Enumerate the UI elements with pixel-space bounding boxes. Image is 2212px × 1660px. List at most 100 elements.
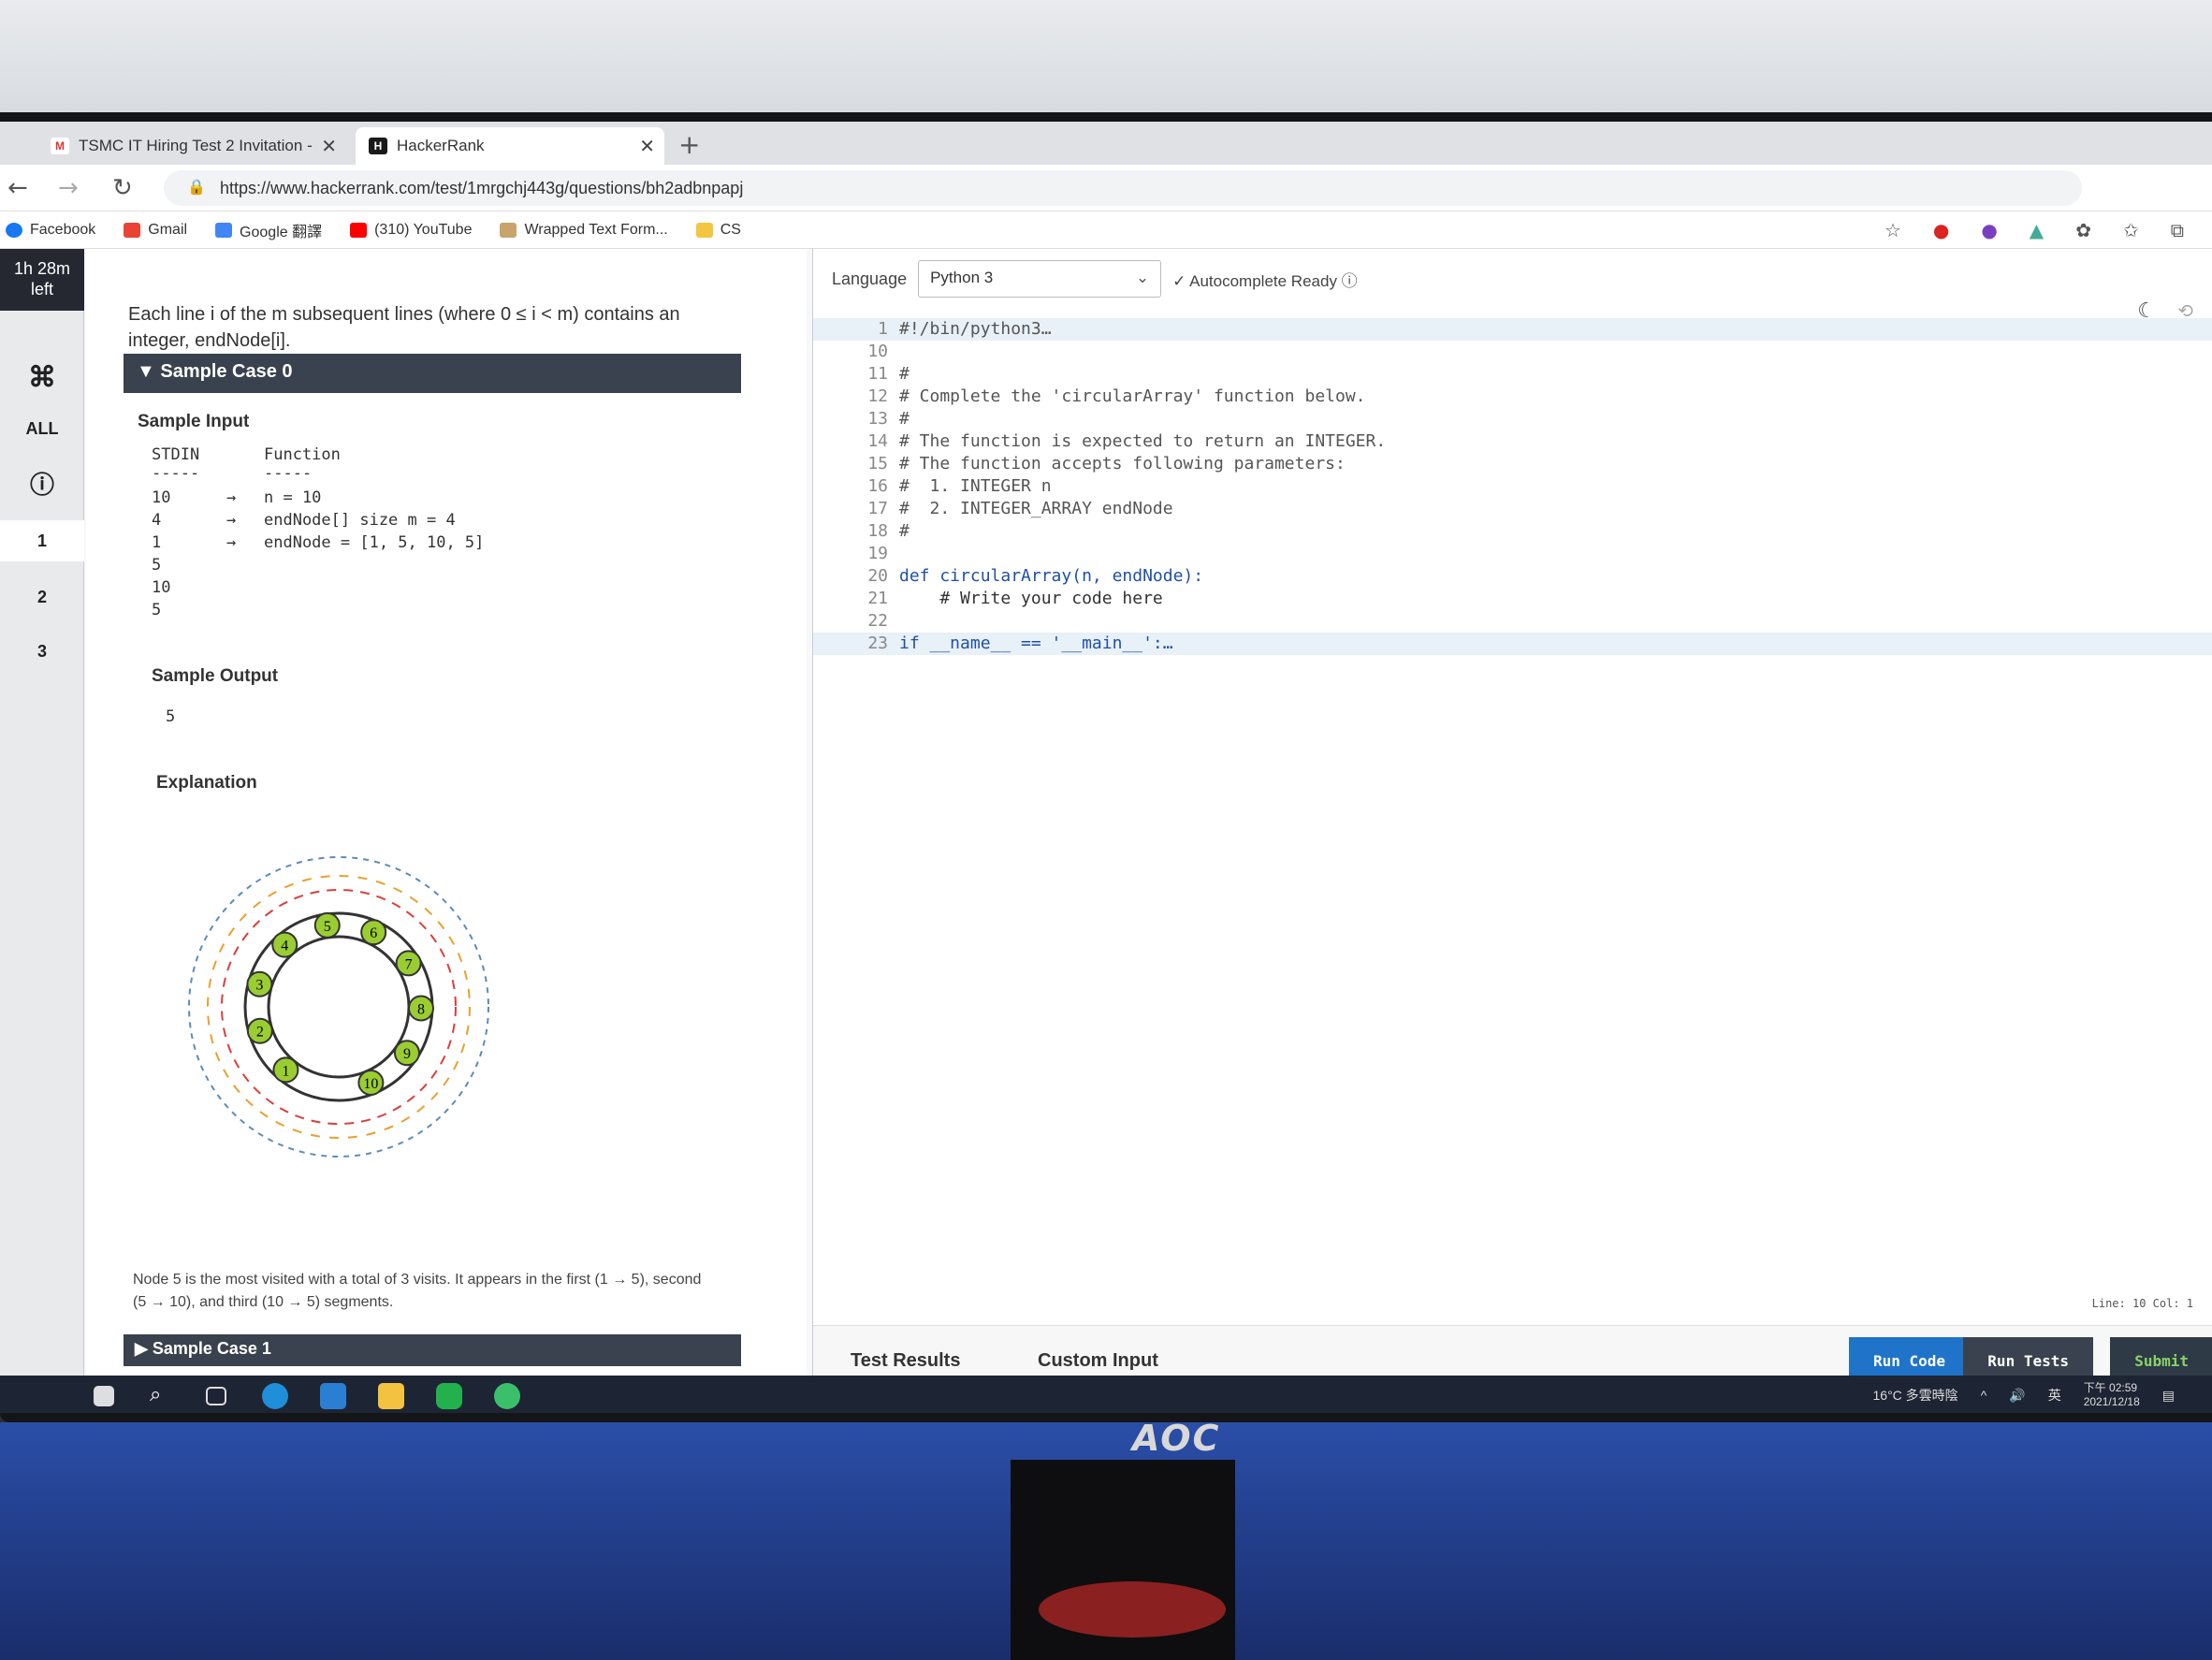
- info-icon[interactable]: ⓘ: [0, 466, 84, 501]
- code-editor[interactable]: 1 #!/bin/python3… 10 11 #12 # Complete the 'c…: [813, 318, 2212, 655]
- windows-start-icon[interactable]: [94, 1386, 114, 1406]
- close-tab-icon[interactable]: ✕: [321, 135, 337, 158]
- forward-icon[interactable]: →: [58, 174, 79, 202]
- clock[interactable]: 下午 02:59 2021/12/18: [2084, 1381, 2140, 1409]
- code-text: def circularArray(n, endNode):: [899, 566, 1204, 586]
- line-icon[interactable]: [436, 1383, 462, 1409]
- sample-input-label: Sample Input: [138, 412, 250, 431]
- extension-green-icon[interactable]: ▲: [2030, 219, 2044, 241]
- code-line[interactable]: 11 #: [813, 363, 2212, 386]
- sidebar-item-all[interactable]: ALL: [0, 419, 84, 439]
- code-line[interactable]: 12 # Complete the 'circularArray' functio…: [813, 386, 2212, 408]
- chevron-down-icon: ⌄: [1135, 269, 1150, 286]
- code-line[interactable]: 14 # The function is expected to return a…: [813, 430, 2212, 453]
- sidebar-item-q3[interactable]: 3: [0, 642, 84, 662]
- vscode-icon[interactable]: [320, 1383, 346, 1409]
- collections-icon[interactable]: ⧉: [2171, 219, 2184, 241]
- tab-gmail[interactable]: M TSMC IT Hiring Test 2 Invitation - ✕: [37, 127, 346, 165]
- tab-test-results[interactable]: Test Results: [851, 1350, 960, 1372]
- code-line[interactable]: 10: [813, 341, 2212, 363]
- extension-purple-icon[interactable]: ●: [1981, 219, 1997, 241]
- tab-custom-input[interactable]: Custom Input: [1038, 1350, 1158, 1372]
- search-icon[interactable]: ⌕: [150, 1383, 176, 1409]
- code-line[interactable]: 23 if __name__ == '__main__':…: [813, 633, 2212, 655]
- favorites-icon[interactable]: ✩: [2123, 219, 2139, 241]
- sample-case-1-header[interactable]: ▶ Sample Case 1: [124, 1334, 741, 1366]
- code-line[interactable]: 21 # Write your code here: [813, 588, 2212, 610]
- extensions-icon[interactable]: ✿: [2075, 219, 2091, 241]
- line-number: 23: [867, 633, 888, 653]
- line-number: 17: [867, 499, 888, 518]
- star-add-icon[interactable]: ☆: [1885, 219, 1901, 241]
- code-line[interactable]: 13 #: [813, 408, 2212, 430]
- stdin-line: 10: [152, 488, 171, 507]
- line-number: 15: [867, 454, 888, 473]
- explanation-label: Explanation: [156, 773, 257, 793]
- code-text: # 2. INTEGER_ARRAY endNode: [899, 499, 1173, 518]
- sidebar-item-q1[interactable]: 1: [0, 520, 84, 561]
- tray-chevron-icon[interactable]: ^: [1981, 1388, 1987, 1403]
- file-explorer-icon[interactable]: [378, 1383, 404, 1409]
- bookmark-google-translate[interactable]: Google 翻譯: [215, 219, 322, 241]
- edge-icon[interactable]: [262, 1383, 288, 1409]
- diagram-node-label: 2: [256, 1025, 264, 1041]
- problem-panel: Each line i of the m subsequent lines (w…: [86, 249, 807, 1413]
- bookmarks-bar: Facebook Gmail Google 翻譯 (310) YouTube W…: [0, 211, 2212, 249]
- code-text: # The function is expected to return an …: [899, 431, 1387, 451]
- autocomplete-status[interactable]: ✓ Autocomplete Ready ⓘ: [1172, 268, 1358, 291]
- weather-widget[interactable]: 16°C 多雲時陰: [1873, 1386, 1958, 1405]
- gmail-icon: M: [51, 138, 69, 154]
- screen: M TSMC IT Hiring Test 2 Invitation - ✕ H…: [0, 122, 2212, 1413]
- diagram-node-label: 8: [417, 1002, 425, 1018]
- code-line[interactable]: 22: [813, 610, 2212, 633]
- question-sidebar: 1h 28m left ⌘ ALL ⓘ 1 2 3: [0, 249, 84, 1413]
- bookmark-folder-cs[interactable]: CS: [695, 222, 741, 239]
- line-number: 12: [867, 386, 888, 406]
- hackerrank-icon: H: [369, 138, 387, 154]
- notification-icon[interactable]: ▤: [2162, 1388, 2175, 1404]
- language-select[interactable]: Python 3 ⌄: [918, 260, 1162, 298]
- code-line[interactable]: 18 #: [813, 520, 2212, 543]
- opera-icon[interactable]: ●: [1933, 219, 1949, 241]
- tab-hackerrank[interactable]: H HackerRank ✕: [356, 127, 664, 165]
- back-icon[interactable]: ←: [7, 174, 28, 202]
- code-line[interactable]: 17 # 2. INTEGER_ARRAY endNode: [813, 498, 2212, 520]
- tab-label: HackerRank: [397, 137, 485, 154]
- code-line[interactable]: 19: [813, 543, 2212, 565]
- diagram-node-label: 3: [255, 978, 263, 994]
- code-line[interactable]: 1 #!/bin/python3…: [813, 318, 2212, 341]
- google-translate-icon: [215, 222, 233, 238]
- language-label: Language: [832, 269, 908, 288]
- sample-output-label: Sample Output: [152, 666, 279, 686]
- address-bar: ← → ↻ https://www.hackerrank.com/test/1m…: [0, 165, 2212, 211]
- tab-label: TSMC IT Hiring Test 2 Invitation -: [79, 137, 313, 154]
- code-text: # The function accepts following paramet…: [899, 454, 1346, 473]
- diagram-node-label: 4: [281, 939, 288, 954]
- line-number: 22: [867, 611, 888, 631]
- bookmark-youtube[interactable]: (310) YouTube: [350, 222, 472, 239]
- command-icon[interactable]: ⌘: [0, 361, 84, 394]
- function-divider: -----: [264, 464, 313, 483]
- stdin-line: 10: [152, 578, 171, 597]
- url-field[interactable]: https://www.hackerrank.com/test/1mrgchj4…: [164, 170, 2082, 206]
- code-line[interactable]: 16 # 1. INTEGER n: [813, 475, 2212, 498]
- reload-icon[interactable]: ↻: [112, 174, 133, 202]
- sample-case-0-header[interactable]: ▼ Sample Case 0: [124, 354, 741, 393]
- stdin-line: 5: [152, 601, 162, 619]
- code-line[interactable]: 15 # The function accepts following param…: [813, 453, 2212, 475]
- volume-icon[interactable]: 🔊: [2009, 1388, 2025, 1404]
- bookmark-gmail[interactable]: Gmail: [124, 222, 187, 239]
- bookmark-wrapped-text[interactable]: Wrapped Text Form...: [500, 222, 668, 239]
- stdin-line: 5: [152, 556, 162, 575]
- bookmark-facebook[interactable]: Facebook: [6, 222, 95, 239]
- stdin-divider: -----: [152, 464, 200, 483]
- sidebar-item-q2[interactable]: 2: [0, 588, 84, 607]
- code-line[interactable]: 20 def circularArray(n, endNode):: [813, 565, 2212, 588]
- new-tab-button[interactable]: +: [678, 129, 700, 160]
- close-tab-icon[interactable]: ✕: [639, 135, 655, 158]
- circular-array-diagram: 1 2 3 4 5 6 7 8 9 10: [188, 856, 489, 1158]
- lock-icon[interactable]: 🔒: [187, 178, 206, 196]
- ime-indicator[interactable]: 英: [2048, 1386, 2061, 1405]
- app-check-icon[interactable]: [494, 1383, 520, 1409]
- task-view-icon[interactable]: [206, 1387, 226, 1405]
